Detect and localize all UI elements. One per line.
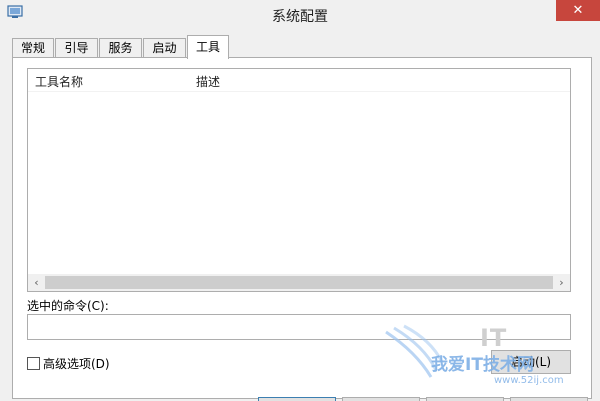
tab-tools[interactable]: 工具 <box>187 35 229 59</box>
help-button[interactable] <box>510 397 588 401</box>
scrollbar-thumb[interactable] <box>45 276 553 289</box>
window-title: 系统配置 <box>272 9 328 25</box>
column-header-description[interactable]: 描述 <box>196 73 220 90</box>
close-button[interactable]: ✕ <box>556 0 600 21</box>
scroll-left-arrow-icon[interactable]: ‹ <box>28 274 45 291</box>
advanced-options-label: 高级选项(D) <box>43 357 110 371</box>
launch-button[interactable]: 启动(L) <box>491 350 571 374</box>
tab-startup[interactable]: 启动 <box>143 38 186 58</box>
tab-boot[interactable]: 引导 <box>55 38 98 58</box>
tab-services[interactable]: 服务 <box>99 38 142 58</box>
cancel-button[interactable] <box>342 397 420 401</box>
column-header-tool-name[interactable]: 工具名称 <box>35 73 83 90</box>
close-icon: ✕ <box>572 3 584 18</box>
tools-tab-panel: 工具名称 描述 ‹ › 选中的命令(C): 高级选项(D) 启动(L) <box>12 57 592 399</box>
scroll-right-arrow-icon[interactable]: › <box>553 274 570 291</box>
tools-list[interactable]: 工具名称 描述 ‹ › <box>27 68 571 292</box>
selected-command-field[interactable] <box>27 314 571 340</box>
selected-command-label: 选中的命令(C): <box>27 299 109 313</box>
advanced-options-checkbox-row[interactable]: 高级选项(D) <box>27 355 110 372</box>
advanced-options-checkbox[interactable] <box>27 357 40 370</box>
tools-list-header: 工具名称 描述 <box>28 69 570 92</box>
horizontal-scrollbar[interactable]: ‹ › <box>28 274 570 291</box>
title-bar: 系统配置 ✕ <box>0 0 600 30</box>
tab-general[interactable]: 常规 <box>12 38 54 58</box>
apply-button[interactable] <box>426 397 504 401</box>
ok-button[interactable] <box>258 397 336 401</box>
